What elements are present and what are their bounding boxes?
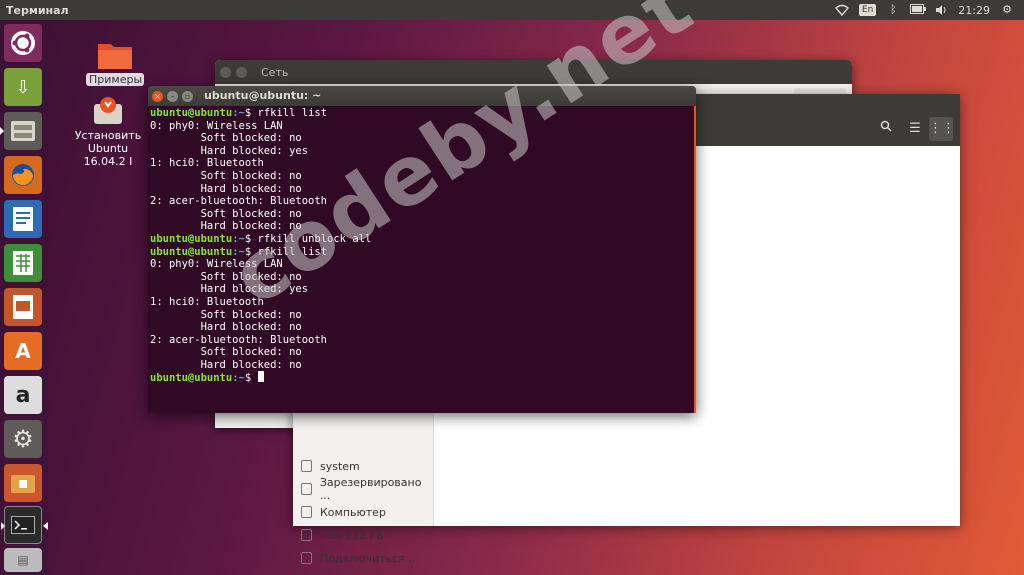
settings-gear-icon: ⚙ — [12, 425, 34, 453]
output-line: Soft blocked: no — [150, 270, 302, 283]
output-line: Hard blocked: no — [150, 321, 302, 334]
network-window-titlebar[interactable]: Сеть — [215, 60, 852, 84]
sidebar-item-system[interactable]: system — [301, 456, 433, 476]
volume-icon[interactable] — [934, 4, 948, 16]
firefox-icon — [12, 164, 34, 186]
terminal-window[interactable]: × – ▫ ubuntu@ubuntu: ~ ubuntu@ubuntu:~$ … — [148, 86, 696, 413]
folder-icon — [98, 44, 132, 69]
drive-icon — [301, 460, 312, 472]
grid-view-icon[interactable]: ⋮⋮ — [929, 117, 955, 141]
output-line: 0: phy0: Wireless LAN — [150, 258, 283, 271]
computer-icon — [301, 506, 312, 518]
launcher-writer[interactable] — [4, 200, 42, 238]
desktop-icon-label: Установить — [74, 129, 142, 142]
drive-icon — [301, 529, 312, 541]
launcher-amazon[interactable]: a — [4, 376, 42, 414]
output-line: 0: phy0: Wireless LAN — [150, 119, 283, 132]
launcher-dash-button[interactable] — [4, 24, 42, 62]
prompt-line-3: ubuntu@ubuntu:~$ rfkill list — [150, 245, 328, 258]
output-line: Soft blocked: no — [150, 308, 302, 321]
ubuntu-logo-icon — [11, 31, 35, 55]
active-app-title: Терминал — [6, 3, 69, 17]
terminal-output[interactable]: ubuntu@ubuntu:~$ rfkill list 0: phy0: Wi… — [148, 106, 696, 386]
desktop-icon-install-ubuntu[interactable]: Установить Ubuntu 16.04.2 I — [64, 96, 152, 168]
desktop-icon-examples[interactable]: Примеры — [86, 40, 144, 86]
output-line: Hard blocked: yes — [150, 144, 309, 157]
launcher-calc[interactable] — [4, 244, 42, 282]
drive-icon — [301, 483, 312, 495]
terminal-icon — [11, 516, 35, 534]
output-line: Soft blocked: no — [150, 207, 302, 220]
network-icon — [301, 552, 312, 564]
sidebar-item-reserved[interactable]: Зарезервировано ... — [301, 476, 433, 502]
desktop-icon-label-line2: Ubuntu 16.04.2 I — [83, 142, 133, 168]
terminal-title: ubuntu@ubuntu: ~ — [204, 89, 322, 102]
output-line: 2: acer-bluetooth: Bluetooth — [150, 333, 328, 346]
output-line: Soft blocked: no — [150, 346, 302, 359]
launcher-impress[interactable] — [4, 288, 42, 326]
amazon-icon: a — [15, 382, 31, 408]
shopping-bag-icon: A — [15, 339, 31, 363]
launcher-firefox[interactable] — [4, 156, 42, 194]
gear-icon[interactable]: ⚙ — [1000, 4, 1014, 16]
top-panel: Терминал En ᛒ 21:29 ⚙ — [0, 0, 1024, 20]
launcher-settings[interactable]: ⚙ — [4, 420, 42, 458]
terminal-titlebar[interactable]: × – ▫ ubuntu@ubuntu: ~ — [148, 86, 696, 106]
search-icon[interactable] — [874, 117, 898, 141]
prompt-line-1: ubuntu@ubuntu:~$ rfkill list — [150, 107, 328, 119]
launcher: ⇩ A a ⚙ ▤ — [0, 20, 48, 575]
output-line: 2: acer-bluetooth: Bluetooth — [150, 195, 328, 208]
text-cursor — [257, 371, 264, 383]
command-text: rfkill list — [257, 245, 328, 258]
output-line: 1: hci0: Bluetooth — [150, 295, 264, 308]
battery-icon[interactable] — [910, 4, 927, 16]
desktop-icon-label: Примеры — [86, 73, 144, 86]
indicator-area: En ᛒ 21:29 ⚙ — [834, 4, 1024, 17]
trash-icon: ▤ — [17, 553, 29, 567]
presentation-icon — [13, 295, 33, 319]
keyboard-layout-indicator[interactable]: En — [858, 4, 877, 16]
file-cabinet-icon — [11, 121, 35, 141]
launcher-files[interactable] — [0, 112, 42, 150]
window-title: Сеть — [261, 65, 289, 79]
writer-document-icon — [13, 207, 33, 231]
spreadsheet-icon — [13, 251, 33, 275]
sidebar-item-connect[interactable]: Подключиться... — [301, 548, 433, 568]
output-line: Soft blocked: no — [150, 132, 302, 145]
close-icon[interactable]: × — [152, 90, 163, 102]
installer-icon — [94, 97, 122, 124]
installer-icon: ⇩ — [15, 76, 31, 98]
maximize-icon[interactable]: ▫ — [182, 90, 193, 102]
command-text: rfkill unblock all — [257, 232, 372, 245]
launcher-software-center[interactable]: A — [4, 332, 42, 370]
minimize-icon[interactable]: – — [167, 90, 178, 102]
output-line: Hard blocked: no — [150, 220, 302, 233]
bluetooth-icon[interactable]: ᛒ — [886, 4, 900, 16]
output-line: 1: hci0: Bluetooth — [150, 157, 264, 170]
launcher-installer[interactable]: ⇩ — [4, 68, 42, 106]
launcher-backup[interactable] — [4, 464, 42, 502]
clock[interactable]: 21:29 — [958, 4, 990, 17]
launcher-terminal[interactable] — [1, 506, 48, 544]
minimize-icon[interactable] — [236, 66, 247, 78]
output-line: Hard blocked: yes — [150, 283, 309, 296]
terminal-scrollbar[interactable] — [694, 106, 696, 413]
sidebar-item-computer[interactable]: Компьютер — [301, 502, 433, 522]
prompt-line-4: ubuntu@ubuntu:~$ — [150, 371, 264, 384]
output-line: Soft blocked: no — [150, 169, 302, 182]
output-line: Hard blocked: no — [150, 358, 302, 371]
sidebar-item-volume[interactable]: Том 122 ГБ — [301, 525, 433, 545]
launcher-trash[interactable]: ▤ — [4, 548, 42, 572]
command-text: rfkill list — [257, 107, 328, 119]
output-line: Hard blocked: no — [150, 182, 302, 195]
folder-icon — [11, 475, 35, 493]
wifi-icon[interactable] — [834, 4, 849, 17]
list-view-icon[interactable]: ☰ — [903, 117, 927, 141]
close-icon[interactable] — [220, 66, 231, 78]
prompt-line-2: ubuntu@ubuntu:~$ rfkill unblock all — [150, 232, 372, 245]
